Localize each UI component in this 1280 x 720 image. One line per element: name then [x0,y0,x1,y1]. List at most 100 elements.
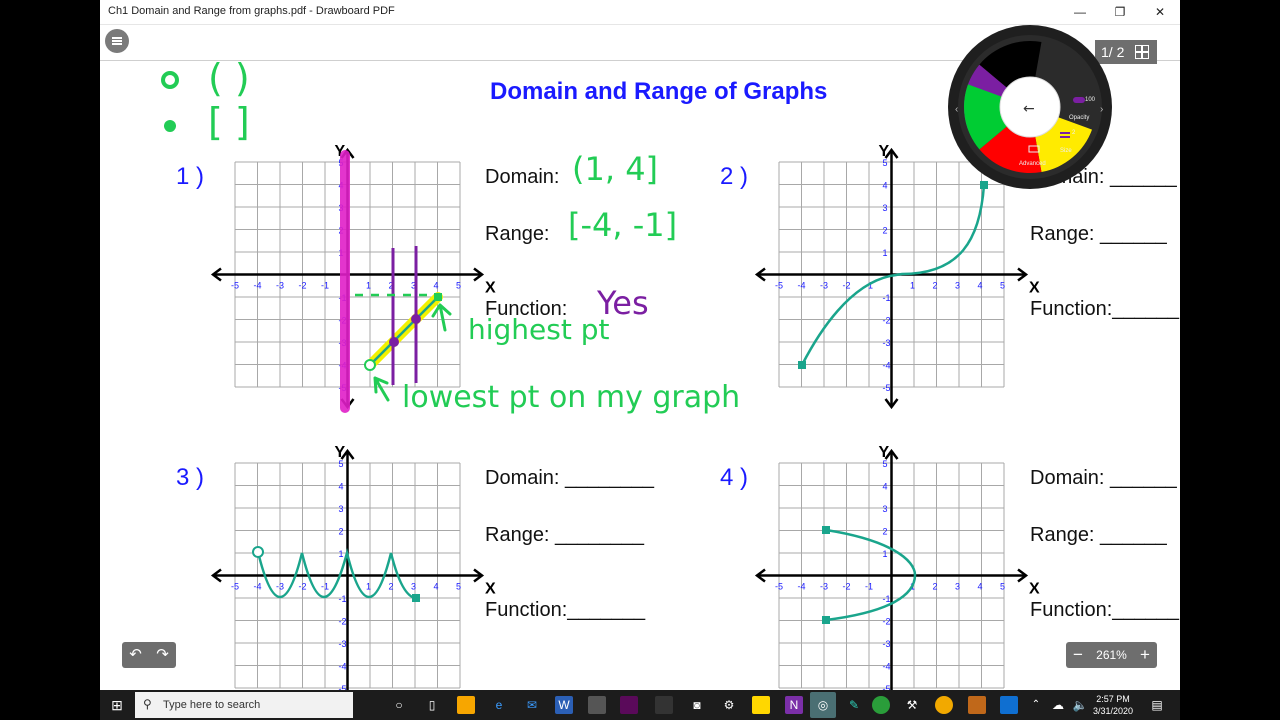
x-tick-label: -2 [299,281,307,291]
x-tick-label: -2 [299,582,307,592]
app-icon-1[interactable] [620,696,638,714]
range-answer-ink: [-4, -1] [568,206,678,244]
x-tick-label: -5 [775,281,783,291]
edge-icon[interactable]: e [490,696,508,714]
back-arrow-icon[interactable]: ← [1023,101,1035,117]
redo-icon[interactable]: ↷ [149,642,176,668]
zoom-in-button[interactable]: + [1133,642,1157,668]
drawboard-window: Ch1 Domain and Range from graphs.pdf - D… [100,0,1180,690]
action-center-icon[interactable]: ▤ [1148,696,1166,714]
y-tick-label: 5 [883,158,888,168]
calculator-icon[interactable] [588,696,606,714]
size-icon[interactable] [1060,132,1070,134]
opacity-toggle-icon[interactable] [1073,97,1085,103]
question-3-range-label: Range: ________ [485,524,645,546]
question-3-function-label: Function:_______ [485,599,646,621]
teams-icon[interactable]: ✎ [845,696,863,714]
cortana-icon[interactable]: ○ [390,696,408,714]
windows-start-icon[interactable]: ⊞ [108,696,126,714]
question-2-range-label: Range: ______ [1030,223,1167,245]
x-tick-label: -3 [276,582,284,592]
graph-2-start-point [798,361,806,369]
notification-chevron-icon[interactable]: ⌃ [1027,696,1045,714]
chrome-icon[interactable] [872,696,890,714]
y-tick-label: 5 [883,459,888,469]
undo-icon[interactable]: ↶ [122,642,149,668]
pen-palette[interactable]: ← 100 Opacity 2 Size Advanced ‹ › [947,24,1113,190]
closed-circle-legend-ink [164,120,176,132]
volume-icon[interactable]: 🔈 [1071,696,1089,714]
palette-left-arrow-icon[interactable]: ‹ [955,104,958,115]
arrow-lowest-ink [373,376,390,402]
palette-right-arrow-icon[interactable]: › [1100,104,1103,115]
x-tick-label: -5 [231,281,239,291]
clock-date: 3/31/2020 [1093,706,1134,716]
graph-1-end-point [434,293,442,301]
y-tick-label: 3 [883,504,888,514]
x-tick-label: -4 [254,281,262,291]
x-tick-label: 1 [366,582,371,592]
x-tick-label: -4 [798,582,806,592]
x-tick-label: 4 [978,281,983,291]
arrow-highest-ink [431,303,452,332]
question-4-range-label: Range: ______ [1030,524,1167,546]
x-tick-label: 4 [434,281,439,291]
graph-3-end-point [412,594,420,602]
app-icon-2[interactable] [655,696,673,714]
task-view-icon[interactable]: ▯ [423,696,441,714]
y-tick-label: -4 [883,662,891,672]
taskbar-clock[interactable]: 2:57 PM 3/31/2020 [1093,693,1133,717]
onedrive-icon[interactable]: ☁ [1049,696,1067,714]
question-1-number: 1 ) [176,163,205,190]
y-tick-label: 1 [339,549,344,559]
y-tick-label: -1 [883,293,891,303]
app-icon-5[interactable] [1000,696,1018,714]
question-1-range-label: Range: [485,223,550,245]
x-axis-label: X [485,581,496,598]
x-tick-label: 3 [955,582,960,592]
taskbar-search-box[interactable]: ⚲ Type here to search [135,692,353,718]
drawboard-taskbar-icon[interactable]: ◎ [810,692,836,718]
graph-1: XY-5-5-4-4-3-3-2-2-1-11122334455 [210,143,496,410]
x-tick-label: -5 [775,582,783,592]
onenote-icon[interactable]: N [785,696,803,714]
x-tick-label: -2 [843,281,851,291]
question-1-domain-label: Domain: [485,166,560,188]
app-icon-4[interactable] [968,696,986,714]
settings-gear-icon[interactable]: ⚙ [720,696,738,714]
zoom-level: 261% [1096,648,1127,662]
zoom-out-button[interactable]: − [1066,642,1090,668]
open-bracket-note: ( ) [208,56,250,100]
question-4-number: 4 ) [720,464,749,491]
sticky-notes-icon[interactable] [752,696,770,714]
x-tick-label: -1 [865,582,873,592]
graph-3-open-point [252,546,264,558]
y-tick-label: 2 [883,527,888,537]
camera-icon[interactable]: ◙ [688,696,706,714]
page-grid-icon[interactable] [1135,45,1149,59]
y-tick-label: 4 [883,181,888,191]
x-tick-label: -4 [798,281,806,291]
mail-icon[interactable]: ✉ [523,696,541,714]
file-explorer-icon[interactable] [457,696,475,714]
question-2-function-label: Function:______ [1030,298,1180,320]
x-tick-label: -2 [843,582,851,592]
closed-bracket-note: [ ] [208,100,250,144]
y-tick-label: -2 [339,617,347,627]
x-tick-label: 5 [456,582,461,592]
y-tick-label: -1 [339,594,347,604]
x-tick-label: 3 [955,281,960,291]
snip-icon[interactable]: ⚒ [903,696,921,714]
x-tick-label: 5 [456,281,461,291]
size-label: Size [1060,148,1072,154]
app-icon-3[interactable] [935,696,953,714]
x-tick-label: -4 [254,582,262,592]
word-icon[interactable]: W [555,696,573,714]
x-tick-label: -3 [276,281,284,291]
intersection-dot-2 [411,314,421,324]
y-tick-label: -3 [883,338,891,348]
y-tick-label: -5 [883,383,891,393]
y-tick-label: 3 [339,504,344,514]
question-3-number: 3 ) [176,464,205,491]
y-tick-label: 2 [883,226,888,236]
